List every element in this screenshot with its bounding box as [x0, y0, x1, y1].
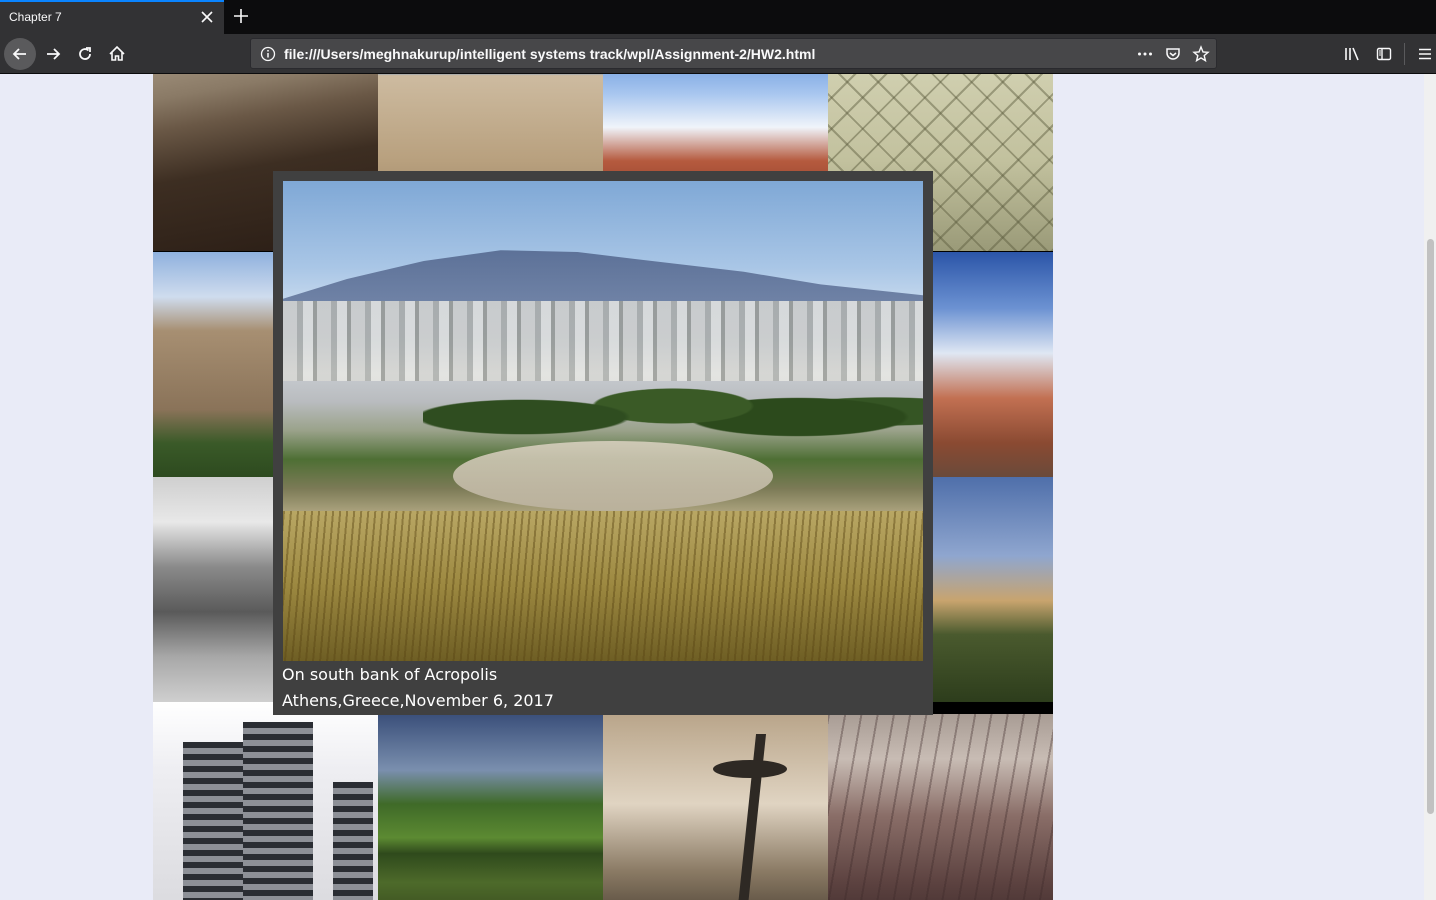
home-icon	[109, 45, 125, 61]
address-bar[interactable]: file:///Users/meghnakurup/intelligent sy…	[250, 38, 1217, 69]
forward-button[interactable]	[37, 38, 69, 70]
page-actions	[1134, 42, 1212, 66]
enlarged-photo[interactable]	[283, 181, 923, 661]
forward-arrow-icon	[47, 48, 61, 60]
pond-thumbnail[interactable]	[378, 714, 603, 900]
more-dots-icon[interactable]	[1134, 42, 1156, 66]
tab-title: Chapter 7	[9, 10, 62, 24]
reload-button[interactable]	[69, 38, 101, 70]
info-icon[interactable]	[259, 45, 277, 63]
lightbox-overlay[interactable]: On south bank of Acropolis Athens,Greece…	[273, 171, 933, 715]
toolbar-right	[1336, 38, 1436, 70]
office-tower-thumbnail[interactable]	[153, 702, 378, 900]
sidebar-icon[interactable]	[1368, 38, 1400, 70]
page-scrollbar[interactable]	[1424, 74, 1436, 900]
close-icon[interactable]	[198, 8, 216, 26]
library-icon[interactable]	[1336, 38, 1368, 70]
home-button[interactable]	[101, 38, 133, 70]
hamburger-menu-icon[interactable]	[1409, 38, 1436, 70]
caption-title: On south bank of Acropolis	[282, 665, 498, 684]
tab-strip: Chapter 7	[0, 0, 1436, 34]
reload-icon	[79, 47, 91, 60]
tab-chapter-7[interactable]: Chapter 7	[0, 0, 224, 34]
navigation-toolbar: file:///Users/meghnakurup/intelligent sy…	[0, 34, 1436, 74]
toolbar-separator	[1404, 43, 1405, 65]
star-icon[interactable]	[1190, 42, 1212, 66]
roof-thumbnail[interactable]	[828, 714, 1053, 900]
plus-icon[interactable]	[230, 5, 252, 27]
space-needle-thumbnail[interactable]	[603, 714, 828, 900]
back-arrow-icon	[12, 48, 26, 60]
caption-detail: Athens,Greece,November 6, 2017	[282, 691, 554, 710]
back-button[interactable]	[4, 38, 36, 70]
url-text[interactable]: file:///Users/meghnakurup/intelligent sy…	[284, 46, 815, 62]
pocket-icon[interactable]	[1162, 42, 1184, 66]
scrollbar-thumb[interactable]	[1427, 239, 1434, 814]
